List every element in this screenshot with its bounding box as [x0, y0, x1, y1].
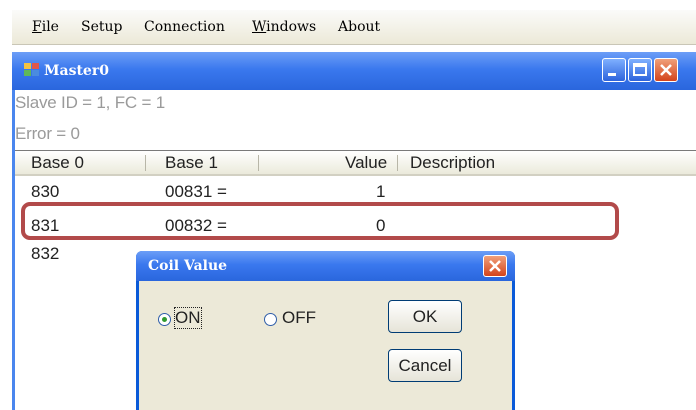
dialog-close-button[interactable] — [483, 255, 507, 277]
maximize-icon — [633, 63, 647, 76]
menu-about[interactable]: About — [338, 19, 380, 35]
coil-value-dialog: Coil Value ON OFF OK Cancel — [136, 251, 515, 410]
on-radio[interactable] — [158, 313, 171, 326]
menu-setup[interactable]: Setup — [81, 19, 122, 35]
on-radio-label[interactable]: ON — [174, 307, 202, 329]
maximize-button[interactable] — [628, 58, 652, 82]
table-row[interactable]: 830 00831 = 1 — [15, 182, 696, 198]
off-radio[interactable] — [264, 313, 277, 326]
ok-button[interactable]: OK — [388, 300, 462, 333]
close-button[interactable] — [654, 58, 678, 82]
cancel-button[interactable]: Cancel — [388, 349, 462, 382]
column-divider[interactable] — [397, 155, 398, 171]
cell-base0: 830 — [31, 182, 60, 198]
window-titlebar[interactable]: Master0 — [12, 52, 696, 90]
menu-bar: File Setup Connection Windows About — [12, 10, 696, 45]
app-icon — [24, 63, 39, 76]
column-divider[interactable] — [258, 155, 259, 171]
cell-value: 1 — [376, 182, 386, 198]
column-divider[interactable] — [145, 155, 146, 171]
cell-base0: 832 — [31, 244, 60, 263]
minimize-button[interactable] — [602, 58, 626, 82]
minimize-icon — [608, 73, 616, 76]
menu-file[interactable]: File — [32, 19, 59, 35]
error-line: Error = 0 — [15, 124, 80, 143]
column-header-description[interactable]: Description — [410, 153, 495, 173]
dialog-title: Coil Value — [148, 258, 228, 274]
menu-connection[interactable]: Connection — [144, 19, 225, 35]
menu-windows[interactable]: Windows — [252, 19, 316, 35]
row-highlight-box — [21, 202, 619, 240]
list-header: Base 0 Base 1 Value Description — [15, 151, 696, 176]
slave-id-line: Slave ID = 1, FC = 1 — [15, 93, 166, 112]
close-icon — [660, 64, 672, 76]
off-radio-label[interactable]: OFF — [282, 308, 316, 328]
dialog-titlebar[interactable]: Coil Value — [136, 251, 515, 281]
close-icon — [489, 260, 501, 272]
cell-base1: 00831 = — [165, 182, 227, 198]
window-title: Master0 — [44, 63, 109, 79]
column-header-base0[interactable]: Base 0 — [31, 153, 84, 173]
column-header-base1[interactable]: Base 1 — [165, 153, 218, 173]
dialog-body: ON OFF OK Cancel — [139, 281, 512, 410]
column-header-value[interactable]: Value — [345, 153, 387, 173]
